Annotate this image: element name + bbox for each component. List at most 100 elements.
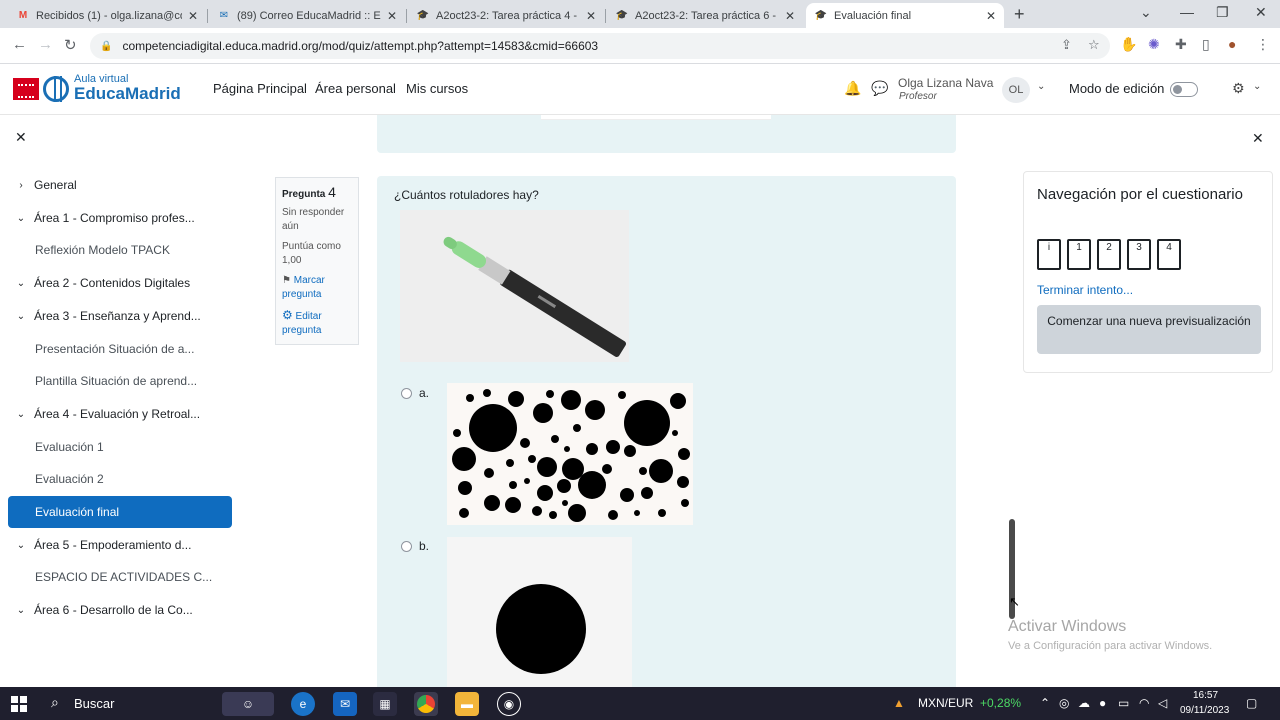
chevron-up-icon[interactable]: ⌃ [1040, 696, 1050, 710]
close-icon[interactable]: ✕ [986, 9, 996, 23]
chevron-down-icon[interactable]: ⌄ [1037, 81, 1045, 92]
browser-tab-tarea4[interactable]: 🎓 A2oct23-2: Tarea práctica 4 - Niv ✕ [408, 3, 604, 28]
course-section-item[interactable]: ⌄ Área 1 - Compromiso profes... [8, 202, 232, 234]
logo-title[interactable]: EducaMadrid [74, 84, 181, 104]
bookmark-star-icon[interactable]: ☆ [1088, 37, 1100, 53]
course-activity-item[interactable]: Evaluación final [8, 496, 232, 528]
taskbar-search-box[interactable]: Buscar [74, 696, 114, 711]
option-b-radio[interactable] [401, 541, 412, 552]
quiz-nav-button-3[interactable]: 3 [1127, 239, 1151, 270]
cloud-icon[interactable]: ☁ [1078, 696, 1090, 710]
avatar[interactable]: OL [1002, 77, 1030, 103]
extension-gear-icon[interactable]: ✺ [1148, 36, 1160, 53]
close-icon[interactable]: ✕ [785, 9, 795, 23]
chevron-down-icon[interactable]: ⌄ [8, 605, 34, 616]
browser-tab-evaluacion[interactable]: 🎓 Evaluación final ✕ [806, 3, 1004, 28]
quiz-nav-button-4[interactable]: 4 [1157, 239, 1181, 270]
close-icon[interactable]: ✕ [387, 9, 397, 23]
chevron-right-icon[interactable]: › [8, 180, 34, 191]
course-activity-item[interactable]: Reflexión Modelo TPACK [8, 234, 232, 266]
tab-search-icon[interactable]: ⌄ [1140, 4, 1152, 21]
option-a-dots-image[interactable] [447, 383, 693, 525]
start-new-preview-button[interactable]: Comenzar una nueva previsualización [1037, 305, 1261, 354]
reload-icon[interactable]: ↻ [64, 36, 77, 54]
clock-time[interactable]: 16:57 [1193, 690, 1218, 701]
windows-start-icon[interactable] [11, 696, 27, 712]
chevron-down-icon[interactable]: ⌄ [8, 540, 34, 551]
minimize-icon[interactable]: — [1180, 4, 1194, 20]
volume-icon[interactable]: ◁ [1158, 696, 1167, 710]
message-icon[interactable]: 💬 [871, 80, 888, 97]
option-a-radio[interactable] [401, 388, 412, 399]
close-drawer-icon[interactable]: ✕ [15, 129, 27, 146]
flag-question-link[interactable]: ⚑ Marcar pregunta [282, 274, 352, 302]
finish-attempt-link[interactable]: Terminar intento... [1037, 283, 1133, 297]
browser-tab-gmail[interactable]: M Recibidos (1) - olga.lizana@cole ✕ [8, 3, 206, 28]
browser-tab-tarea6[interactable]: 🎓 A2oct23-2: Tarea práctica 6 - Niv ✕ [607, 3, 803, 28]
course-activity-item[interactable]: ESPACIO DE ACTIVIDADES C... [8, 561, 232, 593]
chevron-down-icon[interactable]: ⌄ [8, 409, 34, 420]
battery-icon[interactable]: ▭ [1118, 696, 1129, 710]
course-section-item[interactable]: ⌄ Área 6 - Desarrollo de la Co... [8, 594, 232, 626]
new-tab-button[interactable]: + [1014, 4, 1025, 25]
share-icon[interactable]: ⇪ [1061, 37, 1072, 53]
close-window-icon[interactable]: ✕ [1255, 4, 1267, 21]
close-icon[interactable]: ✕ [586, 9, 596, 23]
chevron-down-icon[interactable]: ⌄ [8, 278, 34, 289]
chevron-down-icon[interactable]: ⌄ [8, 213, 34, 224]
lock-icon[interactable]: 🔒 [100, 41, 112, 52]
edit-question-link[interactable]: ⚙ Editar pregunta [282, 308, 352, 338]
edit-mode-toggle[interactable] [1170, 82, 1198, 97]
screen-recorder-icon[interactable]: ◉ [497, 692, 521, 716]
address-bar[interactable]: 🔒 competenciadigital.educa.madrid.org/mo… [90, 33, 1110, 59]
course-activity-item[interactable]: Evaluación 2 [8, 463, 232, 495]
profile-avatar-icon[interactable]: ● [1228, 36, 1236, 52]
nav-dashboard[interactable]: Área personal [315, 81, 396, 96]
search-icon[interactable]: ⌕ [51, 694, 59, 711]
course-section-item[interactable]: ⌄ Área 3 - Enseñanza y Aprend... [8, 300, 232, 332]
course-section-item[interactable]: ⌄ Área 5 - Empoderamiento d... [8, 529, 232, 561]
nav-my-courses[interactable]: Mis cursos [406, 81, 468, 96]
edge-icon[interactable]: e [291, 692, 315, 716]
camera-icon[interactable]: ◎ [1059, 696, 1069, 710]
course-activity-item[interactable]: Plantilla Situación de aprend... [8, 365, 232, 397]
widgets-avatar-icon[interactable]: ☺ [222, 692, 274, 716]
quiz-nav-button-1[interactable]: 1 [1067, 239, 1091, 270]
close-icon[interactable]: ✕ [188, 9, 198, 23]
side-panel-icon[interactable]: ▯ [1202, 36, 1210, 53]
browser-tab-correo[interactable]: ✉ (89) Correo EducaMadrid :: Entra ✕ [209, 3, 405, 28]
option-b-circle-image[interactable] [447, 537, 632, 687]
settings-gear-icon[interactable]: ⚙ [1232, 80, 1245, 97]
course-section-item[interactable]: ⌄ Área 2 - Contenidos Digitales [8, 267, 232, 299]
course-section-item[interactable]: ⌄ Área 4 - Evaluación y Retroal... [8, 398, 232, 430]
course-activity-item[interactable]: Evaluación 1 [8, 431, 232, 463]
chrome-icon[interactable] [414, 692, 438, 716]
quiz-nav-button-info[interactable]: i [1037, 239, 1061, 270]
mail-app-icon[interactable]: ✉ [333, 692, 357, 716]
currency-pair[interactable]: MXN/EUR [918, 696, 973, 710]
quiz-nav-button-2[interactable]: 2 [1097, 239, 1121, 270]
user-name[interactable]: Olga Lizana Nava [898, 76, 993, 90]
wifi-icon[interactable]: ◠ [1139, 696, 1149, 710]
back-icon[interactable]: ← [12, 36, 27, 53]
microphone-icon[interactable]: ● [1099, 696, 1106, 710]
option-b-label[interactable]: b. [419, 539, 429, 553]
course-section-item[interactable]: › General [8, 169, 232, 201]
bell-icon[interactable]: 🔔 [844, 80, 861, 97]
forward-icon[interactable]: → [38, 36, 53, 53]
clock-date[interactable]: 09/11/2023 [1180, 705, 1229, 716]
maximize-icon[interactable]: ❐ [1216, 4, 1229, 21]
extension-hand-icon[interactable]: ✋ [1120, 36, 1137, 53]
chevron-down-icon[interactable]: ⌄ [8, 311, 34, 322]
currency-chart-icon[interactable]: ▲ [893, 696, 905, 710]
extensions-puzzle-icon[interactable]: ✚ [1175, 36, 1187, 53]
option-a-label[interactable]: a. [419, 386, 429, 400]
file-explorer-icon[interactable]: ▬ [455, 692, 479, 716]
nav-home[interactable]: Página Principal [213, 81, 307, 96]
close-drawer-icon[interactable]: ✕ [1252, 130, 1264, 147]
chevron-down-icon[interactable]: ⌄ [1253, 81, 1261, 92]
notifications-icon[interactable]: ▢ [1246, 696, 1257, 710]
course-activity-item[interactable]: Presentación Situación de a... [8, 333, 232, 365]
browser-menu-icon[interactable]: ⋮ [1256, 36, 1270, 53]
store-icon[interactable]: ▦ [373, 692, 397, 716]
